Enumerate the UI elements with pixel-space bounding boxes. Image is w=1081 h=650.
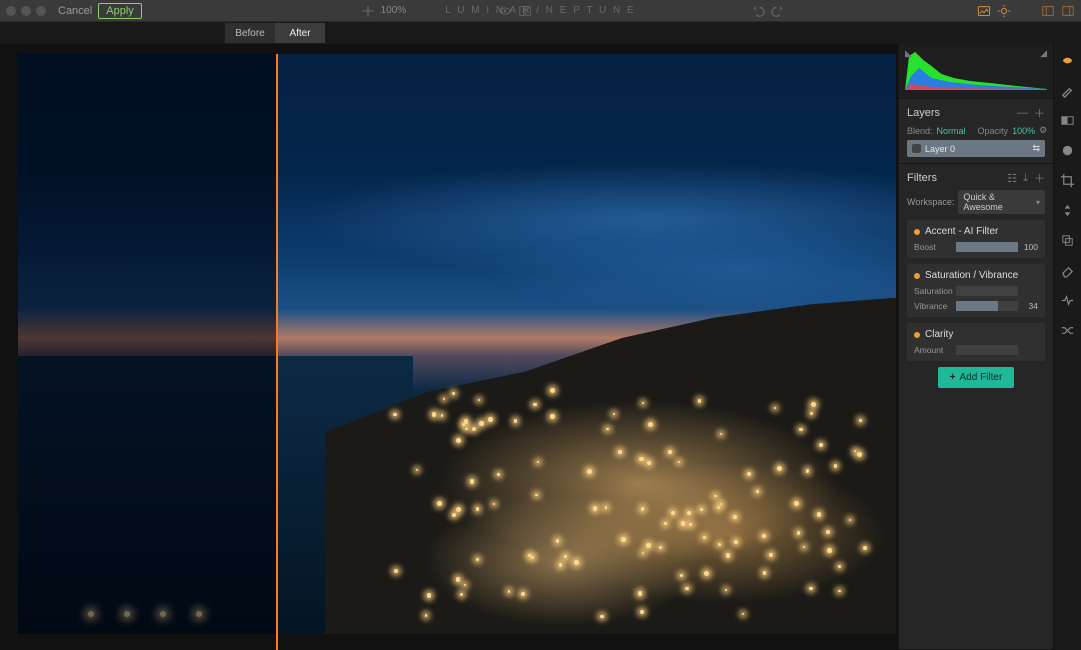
image-preview[interactable]: [18, 54, 896, 634]
layers-panel: Layers — ＋ Blend: Normal Opacity 100% ⚙ …: [899, 99, 1053, 164]
slider-track[interactable]: [956, 286, 1018, 296]
top-toolbar: Cancel Apply 100% L U M I N A R / N E P …: [0, 0, 1081, 22]
tool-gradient-icon[interactable]: [1060, 112, 1076, 128]
undo-icon[interactable]: [751, 4, 765, 18]
tool-brush-icon[interactable]: [1060, 82, 1076, 98]
compare-divider[interactable]: [276, 54, 278, 650]
opacity-value[interactable]: 100%: [1012, 126, 1035, 136]
traffic-close[interactable]: [6, 6, 16, 16]
image-icon[interactable]: [977, 4, 991, 18]
workspace-select[interactable]: Quick & Awesome: [958, 190, 1045, 214]
tool-transform-icon[interactable]: [1060, 202, 1076, 218]
filters-save-icon[interactable]: ⤓: [1023, 172, 1028, 185]
traffic-min[interactable]: [21, 6, 31, 16]
cancel-button[interactable]: Cancel: [58, 5, 92, 17]
filter-enable-dot[interactable]: [914, 332, 920, 338]
tool-denoise-icon[interactable]: [1060, 292, 1076, 308]
panel-right-icon[interactable]: [1061, 4, 1075, 18]
canvas-area: [0, 44, 898, 650]
filters-preset-icon[interactable]: ☷: [1007, 172, 1017, 185]
slider-label: Vibrance: [914, 301, 956, 311]
filter-name[interactable]: Clarity: [925, 329, 953, 340]
tool-crop-icon[interactable]: [1060, 172, 1076, 188]
zoom-level[interactable]: 100%: [381, 5, 407, 16]
filter-block: Clarity Amount: [907, 323, 1045, 361]
histogram[interactable]: ◣ ◢: [899, 44, 1053, 99]
layers-title: Layers: [907, 107, 940, 119]
slider-label: Amount: [914, 345, 956, 355]
add-filter-button[interactable]: Add Filter: [938, 367, 1015, 388]
filter-enable-dot[interactable]: [914, 229, 920, 235]
blend-value[interactable]: Normal: [937, 126, 966, 136]
opacity-label: Opacity: [978, 126, 1009, 136]
redo-icon[interactable]: [771, 4, 785, 18]
slider-track[interactable]: [956, 345, 1018, 355]
slider-label: Saturation: [914, 286, 956, 296]
tool-radial-icon[interactable]: [1060, 142, 1076, 158]
settings-sun-icon[interactable]: [997, 4, 1011, 18]
layer-options-icon[interactable]: ⇆: [1032, 143, 1040, 154]
layer-item[interactable]: Layer 0 ⇆: [907, 140, 1045, 157]
before-overlay: [18, 54, 276, 634]
workspace-label: Workspace:: [907, 197, 954, 207]
filters-add-icon[interactable]: ＋: [1034, 170, 1045, 186]
slider-label: Boost: [914, 242, 956, 252]
tool-erase-icon[interactable]: [1060, 262, 1076, 278]
app-title: L U M I N A R / N E P T U N E: [445, 5, 635, 16]
blend-label: Blend:: [907, 126, 933, 136]
plus-icon[interactable]: [361, 4, 375, 18]
filter-enable-dot[interactable]: [914, 273, 920, 279]
tab-after[interactable]: After: [275, 23, 325, 43]
layer-gear-icon[interactable]: ⚙: [1039, 125, 1047, 136]
filter-name[interactable]: Saturation / Vibrance: [925, 270, 1018, 281]
tool-clone-icon[interactable]: [1060, 232, 1076, 248]
filter-name[interactable]: Accent - AI Filter: [925, 226, 998, 237]
tool-strip: [1053, 44, 1081, 650]
panel-left-icon[interactable]: [1041, 4, 1055, 18]
window-traffic-lights: [6, 6, 46, 16]
filter-block: Accent - AI Filter Boost 100: [907, 220, 1045, 258]
slider-track[interactable]: [956, 301, 1018, 311]
filters-title: Filters: [907, 172, 937, 184]
traffic-max[interactable]: [36, 6, 46, 16]
slider-value: 34: [1018, 301, 1038, 311]
layers-collapse-icon[interactable]: —: [1017, 107, 1028, 119]
slider-track[interactable]: [956, 242, 1018, 252]
layer-visibility-icon[interactable]: [912, 144, 921, 153]
filters-panel: Filters ☷ ⤓ ＋ Workspace: Quick & Awesome…: [899, 164, 1053, 650]
tab-before[interactable]: Before: [225, 23, 275, 43]
layer-name: Layer 0: [925, 144, 955, 154]
layers-add-icon[interactable]: ＋: [1034, 105, 1045, 121]
compare-bar: Before After: [0, 22, 1081, 44]
hist-left-icon: ◣: [905, 48, 912, 59]
slider-value: 100: [1018, 242, 1038, 252]
side-panel: ◣ ◢ Layers — ＋ Blend:: [898, 44, 1053, 650]
tool-adjust-icon[interactable]: [1060, 52, 1076, 68]
hist-right-icon: ◢: [1040, 48, 1047, 59]
tool-shuffle-icon[interactable]: [1060, 322, 1076, 338]
filter-block: Saturation / Vibrance Saturation Vibrance 3…: [907, 264, 1045, 317]
apply-button[interactable]: Apply: [98, 3, 142, 19]
